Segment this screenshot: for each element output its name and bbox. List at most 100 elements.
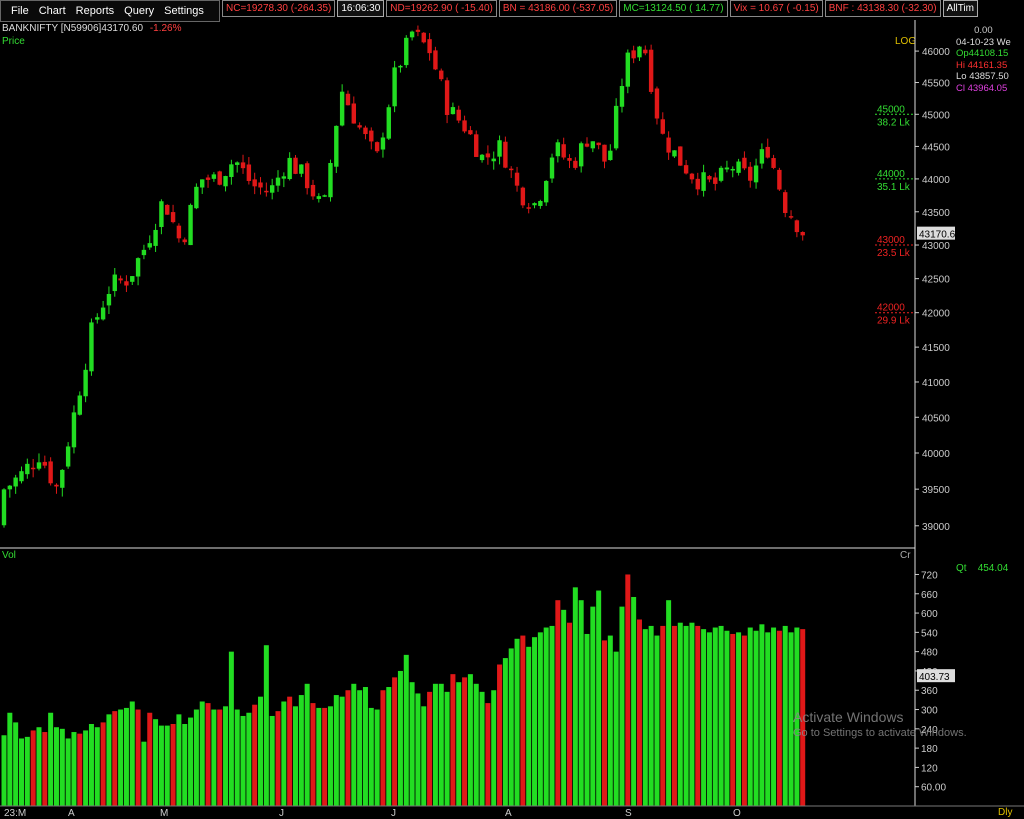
volume-bar xyxy=(747,627,753,806)
volume-bar xyxy=(502,658,508,806)
volume-bar xyxy=(660,625,666,806)
candle-body xyxy=(625,52,631,87)
candle-body xyxy=(619,86,625,107)
volume-bar xyxy=(497,664,503,806)
candle-body xyxy=(380,137,386,150)
volume-bar xyxy=(601,640,607,806)
periodicity-label[interactable]: Dly xyxy=(998,807,1012,818)
price-tick-label: 43500 xyxy=(922,208,950,219)
candle-body xyxy=(299,164,304,174)
quantity-readout: Qt 454.04 xyxy=(956,563,1008,574)
volume-bar xyxy=(776,630,782,806)
volume-bar xyxy=(53,727,59,806)
price-tick-label: 41000 xyxy=(922,378,950,389)
candle-body xyxy=(444,80,450,115)
candle-body xyxy=(497,140,502,157)
candle-body xyxy=(170,212,176,223)
candle-body xyxy=(223,176,228,187)
candle-body xyxy=(479,154,485,161)
volume-bar xyxy=(753,630,759,806)
candle-body xyxy=(124,281,129,286)
candle-body xyxy=(235,162,240,165)
candle-body xyxy=(765,146,770,158)
volume-bar xyxy=(397,670,403,806)
volume-bar xyxy=(671,625,677,806)
candle-body xyxy=(95,317,100,320)
candle-body xyxy=(176,225,182,239)
volume-tick-label: 60.00 xyxy=(921,783,946,794)
volume-bar xyxy=(642,629,648,806)
volume-bar xyxy=(123,707,129,806)
candle-body xyxy=(322,195,327,197)
volume-bar xyxy=(252,704,258,806)
watermark-title: Activate Windows xyxy=(793,709,904,725)
candle-body xyxy=(660,119,665,134)
candle-body xyxy=(672,150,677,157)
ohlc-open: Op44108.15 xyxy=(956,48,1009,59)
candle-body xyxy=(707,176,712,180)
volume-tick-label: 660 xyxy=(921,590,938,601)
candle-body xyxy=(532,203,537,206)
candle-body xyxy=(106,293,112,306)
price-volume-chart[interactable]: 45000 38.2 Lk 44000 35.1 Lk 43000 23.5 Lk 4200… xyxy=(0,0,1024,819)
volume-bar xyxy=(327,706,333,806)
candle-body xyxy=(742,157,747,169)
candle-body xyxy=(596,142,601,146)
candle-body xyxy=(258,182,263,188)
volume-bar xyxy=(759,624,765,806)
volume-bar xyxy=(631,596,637,806)
candle-body xyxy=(689,173,695,180)
volume-bar xyxy=(625,574,631,806)
volume-bar xyxy=(485,703,491,806)
candle-body xyxy=(648,49,654,92)
volume-bar xyxy=(42,732,48,806)
level-amount-label: 29.9 Lk xyxy=(877,316,911,327)
ohlc-top: 0.00 xyxy=(974,25,993,36)
volume-bar xyxy=(736,632,742,806)
candle-body xyxy=(783,192,788,213)
volume-bar xyxy=(596,590,602,806)
volume-bar xyxy=(695,625,701,806)
volume-bar xyxy=(444,691,450,806)
candle-body xyxy=(771,158,776,168)
volume-bar xyxy=(450,674,456,806)
candle-body xyxy=(421,32,426,43)
candle-body xyxy=(654,88,660,119)
volume-bar xyxy=(71,732,77,806)
candle-body xyxy=(695,178,700,190)
last-volume-label: 403.73 xyxy=(919,672,950,683)
price-tick-label: 40500 xyxy=(922,413,950,424)
candle-body xyxy=(526,207,531,209)
volume-bar xyxy=(182,724,188,806)
candle-body xyxy=(363,127,368,135)
price-tick-label: 40000 xyxy=(922,449,950,460)
volume-bar xyxy=(228,651,234,806)
price-tick-label: 46000 xyxy=(922,47,950,58)
candle-body xyxy=(643,49,648,54)
volume-bar xyxy=(129,701,135,806)
volume-bar xyxy=(689,622,695,806)
price-tick-label: 43000 xyxy=(922,241,950,252)
volume-bar xyxy=(147,712,153,806)
date-tick-label: A xyxy=(68,808,75,819)
volume-bar xyxy=(362,687,368,806)
volume-bar xyxy=(333,695,339,806)
candle-body xyxy=(549,157,555,179)
candle-body xyxy=(759,149,765,164)
volume-tick-label: 360 xyxy=(921,686,938,697)
volume-bar xyxy=(48,712,54,806)
volume-bar xyxy=(106,714,112,806)
volume-bar xyxy=(135,709,141,806)
candle-body xyxy=(474,134,479,157)
price-tick-label: 45500 xyxy=(922,79,950,90)
candle-body xyxy=(555,142,561,157)
volume-bar xyxy=(427,691,433,806)
candle-body xyxy=(246,164,252,181)
candle-body xyxy=(7,485,13,490)
volume-bar xyxy=(118,709,124,806)
candle-body xyxy=(485,153,491,158)
date-tick-label: 23:M xyxy=(4,808,26,819)
volume-bar xyxy=(7,712,13,806)
volume-bar xyxy=(771,627,777,806)
candle-body xyxy=(42,461,48,466)
